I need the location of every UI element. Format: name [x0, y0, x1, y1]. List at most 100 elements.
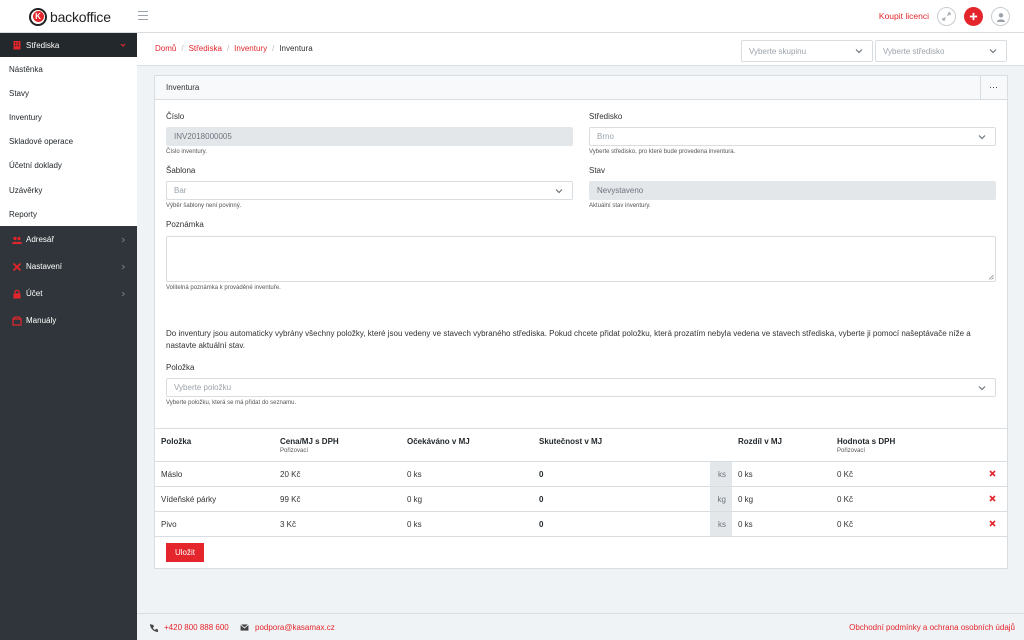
card-title: Inventura [166, 83, 200, 92]
cell-diff: 0 kg [738, 495, 754, 504]
resize-handle-icon[interactable] [988, 274, 994, 280]
center-label: Středisko [589, 112, 623, 121]
column-header-actual: Skutečnost v MJ [539, 437, 603, 446]
chevron-down-icon [989, 49, 997, 54]
inventory-card: Inventura ⋯ Číslo INV2018000005 Číslo in… [154, 75, 1008, 569]
phone-icon [150, 623, 158, 632]
user-icon [996, 12, 1005, 22]
cell-diff: 0 ks [738, 520, 753, 529]
unit-addon: kg [710, 487, 732, 511]
sidebar-item-label: Nastavení [26, 262, 63, 272]
cell-actual-input[interactable]: 0 [539, 495, 543, 504]
template-value: Bar [174, 186, 187, 195]
top-navbar: K backoffice Koupit licenci [0, 0, 1024, 33]
status-field: Nevystaveno [589, 181, 996, 200]
template-field[interactable]: Bar [166, 181, 573, 200]
number-label: Číslo [166, 112, 185, 121]
cell-actual-input[interactable]: 0 [539, 520, 543, 529]
fullscreen-button[interactable] [937, 7, 956, 26]
buy-license-link[interactable]: Koupit licenci [879, 11, 929, 21]
sidebar-subitem-uzaverky[interactable]: Uzávěrky [0, 178, 137, 202]
breadcrumb-separator: / [272, 44, 275, 53]
table-row: Máslo 20 Kč 0 ks 0 ks 0 ks 0 Kč [155, 462, 1007, 487]
cell-expected: 0 kg [407, 495, 423, 504]
expand-icon [942, 12, 951, 21]
footer-phone-link[interactable]: +420 800 888 600 [164, 623, 229, 632]
sidebar-subitem-ucetni-doklady[interactable]: Účetní doklady [0, 154, 137, 178]
sidebar-subitem-skladove-operace[interactable]: Skladové operace [0, 130, 137, 154]
sidebar-item-strediska[interactable]: Střediska [0, 33, 137, 57]
delete-row-icon[interactable] [989, 470, 996, 477]
unit-addon: ks [710, 512, 732, 536]
cell-actual-input[interactable]: 0 [539, 470, 543, 479]
item-help: Vyberte položku, která se má přidat do s… [166, 400, 297, 406]
item-search-placeholder: Vyberte položku [174, 383, 232, 392]
more-options-icon[interactable]: ⋯ [980, 76, 1007, 99]
group-select[interactable]: Vyberte skupinu [741, 40, 873, 62]
add-button[interactable] [964, 7, 983, 26]
column-header-expected: Očekáváno v MJ [407, 437, 470, 446]
sidebar-item-nastaveni[interactable]: Nastavení [0, 253, 137, 280]
box-icon [12, 316, 22, 326]
building-icon [13, 41, 21, 50]
chevron-down-icon [978, 386, 986, 391]
table-row: Pivo 3 Kč 0 ks 0 ks 0 ks 0 Kč [155, 512, 1007, 537]
logo-mark-icon: K [29, 7, 47, 26]
sidebar-subitem-stavy[interactable]: Stavy [0, 81, 137, 105]
breadcrumb-separator: / [181, 44, 184, 53]
item-search-select[interactable]: Vyberte položku [166, 378, 996, 397]
group-select-placeholder: Vyberte skupinu [749, 46, 807, 56]
delete-row-icon[interactable] [989, 495, 996, 502]
sidebar-subitem-inventury[interactable]: Inventury [0, 105, 137, 129]
number-help: Číslo inventury. [166, 149, 207, 155]
chevron-right-icon [121, 291, 126, 297]
center-select-placeholder: Vyberte středisko [883, 46, 945, 56]
column-subheader-value: Pořizovací [837, 448, 866, 454]
center-help: Vyberte středisko, pro které bude proved… [589, 149, 736, 155]
chevron-down-icon [855, 49, 863, 54]
envelope-icon [240, 624, 249, 631]
cell-item: Vídeňské párky [161, 495, 217, 504]
footer-phone[interactable]: +420 800 888 600 [150, 623, 229, 632]
footer-email-link[interactable]: podpora@kasamax.cz [255, 623, 335, 632]
breadcrumb-link-home[interactable]: Domů [155, 44, 176, 53]
sidebar-item-manualy[interactable]: Manuály [0, 307, 137, 334]
breadcrumb-link-strediska[interactable]: Střediska [189, 44, 222, 53]
footer-email[interactable]: podpora@kasamax.cz [240, 623, 335, 632]
cell-item: Máslo [161, 470, 183, 479]
note-label: Poznámka [166, 220, 204, 229]
column-header-value: Hodnota s DPH [837, 437, 896, 446]
sidebar-item-ucet[interactable]: Účet [0, 280, 137, 307]
template-label: Šablona [166, 166, 196, 175]
menu-toggle-icon[interactable] [138, 11, 148, 20]
note-textarea[interactable] [166, 236, 996, 282]
table-header: Položka Cena/MJ s DPH Pořizovací Očekává… [155, 428, 1007, 462]
breadcrumb-link-inventury[interactable]: Inventury [234, 44, 267, 53]
footer-terms-link[interactable]: Obchodní podmínky a ochrana osobních úda… [849, 623, 1015, 632]
sidebar: Střediska Nástěnka Stavy Inventury Sklad… [0, 33, 137, 640]
center-field[interactable]: Brno [589, 127, 996, 146]
tools-icon [12, 262, 22, 271]
center-select[interactable]: Vyberte středisko [875, 40, 1007, 62]
breadcrumb-bar: Domů / Střediska / Inventury / Inventura… [137, 33, 1024, 66]
sidebar-item-label: Adresář [26, 235, 55, 245]
status-help: Aktuální stav inventury. [589, 203, 651, 209]
sidebar-submenu: Nástěnka Stavy Inventury Skladové operac… [0, 57, 137, 227]
status-value: Nevystaveno [597, 186, 644, 195]
number-value: INV2018000005 [174, 132, 232, 141]
people-icon [12, 236, 22, 244]
sidebar-item-adresar[interactable]: Adresář [0, 226, 137, 253]
sidebar-subitem-nastenka[interactable]: Nástěnka [0, 57, 137, 81]
breadcrumb: Domů / Střediska / Inventury / Inventura [155, 44, 313, 53]
delete-row-icon[interactable] [989, 520, 996, 527]
column-header-price: Cena/MJ s DPH [280, 437, 339, 446]
unit-addon: ks [710, 462, 732, 486]
sidebar-item-label: Střediska [26, 40, 60, 50]
brand-name: backoffice [50, 8, 111, 25]
sidebar-subitem-reporty[interactable]: Reporty [0, 202, 137, 226]
save-button[interactable]: Uložit [166, 543, 204, 562]
brand-logo[interactable]: K backoffice [29, 7, 111, 26]
user-menu-button[interactable] [991, 7, 1010, 26]
column-header-diff: Rozdíl v MJ [738, 437, 783, 446]
chevron-down-icon [555, 189, 563, 194]
